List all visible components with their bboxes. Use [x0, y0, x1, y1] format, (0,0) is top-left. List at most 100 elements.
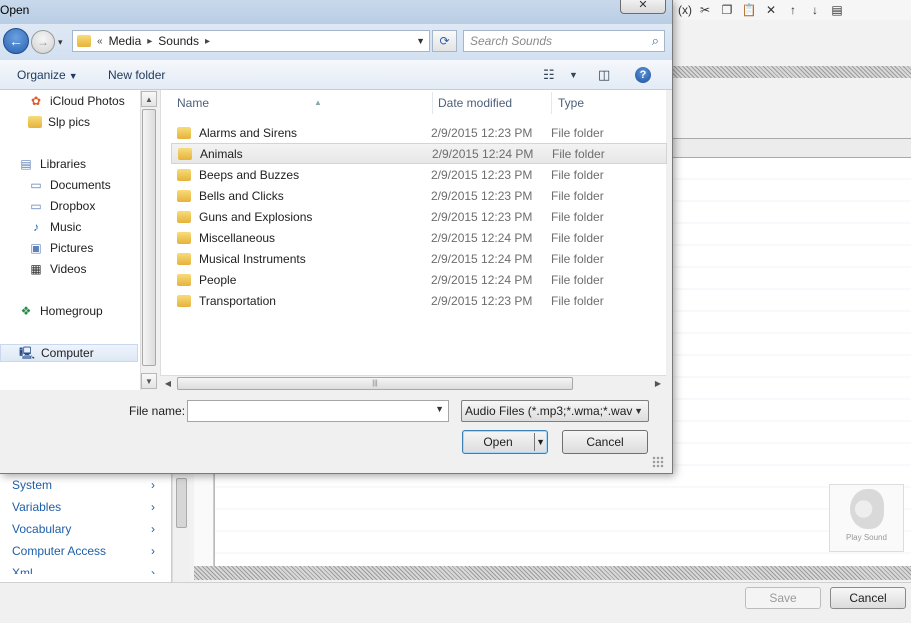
- app-splitter-top[interactable]: [664, 66, 911, 78]
- file-row-people[interactable]: People 2/9/2015 12:24 PM File folder: [171, 269, 667, 290]
- file-row-animals[interactable]: Animals 2/9/2015 12:24 PM File folder: [171, 143, 667, 164]
- file-type-filter-value: Audio Files (*.mp3;*.wma;*.wav: [465, 404, 633, 418]
- file-name-combobox[interactable]: ▼: [187, 400, 449, 422]
- nav-item-documents[interactable]: ▭ Documents: [28, 178, 110, 192]
- nav-item-icloud-photos[interactable]: ✿ iCloud Photos: [28, 94, 125, 108]
- refresh-button[interactable]: ⟳: [432, 30, 457, 52]
- folder-icon: [177, 252, 191, 265]
- nav-item-libraries[interactable]: ▤ Libraries: [18, 157, 86, 171]
- column-header-date-modified[interactable]: Date modified: [438, 91, 550, 115]
- folder-icon: [177, 231, 191, 244]
- chevron-right-icon: ›: [151, 500, 155, 514]
- cut-icon[interactable]: ✂: [696, 3, 714, 17]
- cancel-button[interactable]: Cancel: [562, 430, 648, 454]
- command-category-system[interactable]: System ›: [0, 474, 171, 496]
- move-down-icon[interactable]: ↓: [806, 3, 824, 17]
- move-up-icon[interactable]: ↑: [784, 3, 802, 17]
- forward-button[interactable]: →: [31, 30, 55, 54]
- nav-item-homegroup[interactable]: ❖ Homegroup: [18, 304, 103, 318]
- chevron-right-icon[interactable]: ▸: [205, 36, 210, 47]
- preview-pane-button[interactable]: ◫: [598, 67, 610, 83]
- sort-ascending-icon: ▲: [314, 98, 322, 107]
- folder-icon: [177, 168, 191, 181]
- open-button[interactable]: Open ▼: [462, 430, 548, 454]
- chevron-down-icon: ▾: [58, 37, 63, 47]
- copy-icon[interactable]: ❐: [718, 3, 736, 17]
- scroll-left-arrow[interactable]: ◀: [160, 376, 176, 392]
- new-folder-button[interactable]: New folder: [108, 68, 165, 82]
- chevron-right-icon[interactable]: ▸: [147, 36, 152, 47]
- search-icon[interactable]: ⌕: [652, 33, 659, 49]
- file-row-guns-and-explosions[interactable]: Guns and Explosions 2/9/2015 12:23 PM File…: [171, 206, 667, 227]
- app-toolbar: (x) ✂ ❐ 📋 ✕ ↑ ↓ ▤: [670, 0, 911, 20]
- close-button[interactable]: ✕: [620, 0, 666, 14]
- dialog-title: Open: [0, 3, 30, 17]
- column-divider[interactable]: [432, 92, 433, 114]
- back-button[interactable]: ←: [3, 28, 29, 54]
- help-button[interactable]: ?: [635, 67, 651, 83]
- command-category-computer-access[interactable]: Computer Access ›: [0, 540, 171, 562]
- nav-item-pictures[interactable]: ▣ Pictures: [28, 241, 93, 255]
- scroll-right-arrow[interactable]: ▶: [650, 376, 666, 392]
- chevron-down-icon[interactable]: ▼: [435, 404, 444, 414]
- nav-item-slp-pics[interactable]: Slp pics: [28, 115, 90, 129]
- breadcrumb-media[interactable]: Media: [109, 34, 142, 48]
- chevron-down-icon[interactable]: ▼: [536, 431, 545, 453]
- play-sound-label: Play Sound: [846, 533, 887, 542]
- command-category-variables[interactable]: Variables ›: [0, 496, 171, 518]
- file-name-input[interactable]: [188, 401, 428, 421]
- properties-icon[interactable]: ▤: [828, 3, 846, 17]
- search-box[interactable]: ⌕: [463, 30, 665, 52]
- folder-icon: [77, 35, 91, 47]
- app-splitter-bottom[interactable]: [194, 566, 911, 580]
- photos-icon: ✿: [30, 94, 42, 108]
- file-row-beeps-and-buzzes[interactable]: Beeps and Buzzes 2/9/2015 12:23 PM File fo…: [171, 164, 667, 185]
- file-row-transportation[interactable]: Transportation 2/9/2015 12:23 PM File fold…: [171, 290, 667, 311]
- nav-item-music[interactable]: ♪ Music: [28, 220, 81, 234]
- app-command-list-scrollbar[interactable]: [172, 474, 190, 582]
- scrollbar-thumb[interactable]: [142, 109, 156, 366]
- app-cancel-button[interactable]: Cancel: [830, 587, 906, 609]
- scroll-up-arrow[interactable]: ▲: [141, 91, 157, 107]
- recent-locations-dropdown[interactable]: ▾: [58, 37, 63, 48]
- scrollbar-thumb[interactable]: [176, 478, 187, 528]
- nav-item-videos[interactable]: ▦ Videos: [28, 262, 86, 276]
- column-header-name[interactable]: Name ▲: [177, 91, 432, 115]
- resize-grip[interactable]: [652, 456, 664, 468]
- scrollbar-thumb[interactable]: |||: [177, 377, 573, 390]
- file-row-miscellaneous[interactable]: Miscellaneous 2/9/2015 12:24 PM File folde…: [171, 227, 667, 248]
- chevron-right-icon: ›: [151, 544, 155, 558]
- breadcrumb-overflow[interactable]: «: [97, 36, 103, 47]
- search-input[interactable]: [464, 31, 640, 51]
- title-bar[interactable]: Open ✕: [0, 0, 672, 24]
- file-row-alarms-and-sirens[interactable]: Alarms and Sirens 2/9/2015 12:23 PM File f…: [171, 122, 667, 143]
- split-divider: [534, 433, 535, 451]
- file-type-filter-dropdown[interactable]: Audio Files (*.mp3;*.wma;*.wav ▼: [461, 400, 649, 422]
- paste-icon[interactable]: 📋: [740, 3, 758, 17]
- view-options-dropdown[interactable]: ▼: [569, 70, 578, 80]
- save-button[interactable]: Save: [745, 587, 821, 609]
- breadcrumb-sounds[interactable]: Sounds: [158, 34, 199, 48]
- column-divider[interactable]: [551, 92, 552, 114]
- change-view-button[interactable]: ☷: [543, 67, 555, 83]
- play-sound-button[interactable]: Play Sound: [829, 484, 904, 552]
- open-dialog: Open ✕ ← → ▾ « Media ▸ Sounds ▸ ▼ ⟳ ⌕ Or…: [0, 0, 673, 474]
- file-list-horizontal-scrollbar[interactable]: ◀ ||| ▶: [160, 375, 666, 391]
- chevron-down-icon: ▼: [569, 70, 578, 80]
- scroll-down-arrow[interactable]: ▼: [141, 373, 157, 389]
- chevron-down-icon[interactable]: ▼: [416, 36, 425, 46]
- nav-item-dropbox[interactable]: ▭ Dropbox: [28, 199, 95, 213]
- command-category-xml[interactable]: Xml ›: [0, 562, 171, 574]
- delete-icon[interactable]: ✕: [762, 3, 780, 17]
- speaker-icon: [849, 489, 884, 529]
- navigation-pane-scrollbar[interactable]: ▲ ▼: [140, 91, 157, 390]
- command-category-vocabulary[interactable]: Vocabulary ›: [0, 518, 171, 540]
- organize-button[interactable]: Organize ▼: [17, 68, 78, 82]
- chevron-right-icon: ›: [151, 478, 155, 492]
- libraries-icon: ▤: [20, 157, 32, 171]
- nav-item-computer[interactable]: 🖳 Computer: [0, 344, 138, 362]
- column-header-type[interactable]: Type: [558, 91, 658, 115]
- file-row-musical-instruments[interactable]: Musical Instruments 2/9/2015 12:24 PM File…: [171, 248, 667, 269]
- address-bar[interactable]: « Media ▸ Sounds ▸ ▼: [72, 30, 430, 52]
- file-row-bells-and-clicks[interactable]: Bells and Clicks 2/9/2015 12:23 PM File fo…: [171, 185, 667, 206]
